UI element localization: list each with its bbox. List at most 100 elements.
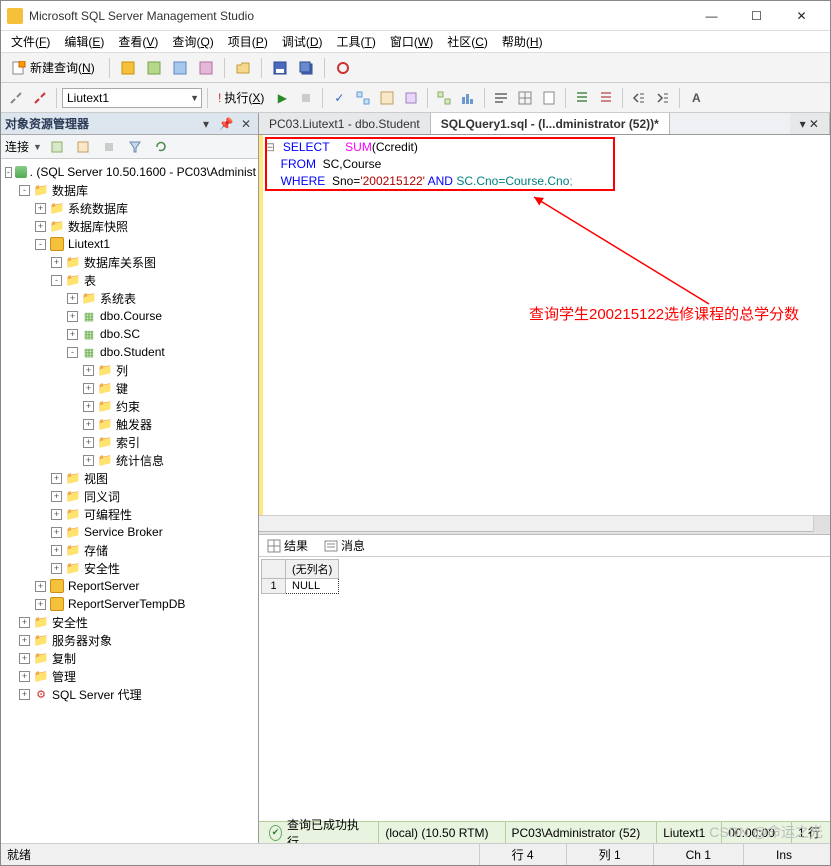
menu-project[interactable]: 项目(P) bbox=[222, 31, 274, 52]
tree-storage[interactable]: +存储 bbox=[3, 541, 256, 559]
menu-community[interactable]: 社区(C) bbox=[441, 31, 494, 52]
tree-db-reportserver[interactable]: +ReportServer bbox=[3, 577, 256, 595]
tree-tables[interactable]: -表 bbox=[3, 271, 256, 289]
uncomment-icon[interactable] bbox=[595, 87, 617, 109]
tree-synonyms[interactable]: +同义词 bbox=[3, 487, 256, 505]
object-tree[interactable]: -. (SQL Server 10.50.1600 - PC03\Adminis… bbox=[1, 159, 258, 843]
refresh-icon[interactable] bbox=[150, 136, 172, 158]
tree-databases[interactable]: -数据库 bbox=[3, 181, 256, 199]
tree-sqlagent[interactable]: +SQL Server 代理 bbox=[3, 685, 256, 703]
database-selector[interactable]: Liutext1 ▼ bbox=[62, 88, 202, 108]
result-cell[interactable]: NULL bbox=[286, 579, 339, 594]
panel-close-icon[interactable]: ✕ bbox=[238, 116, 254, 132]
window-titlebar: Microsoft SQL Server Management Studio —… bbox=[1, 1, 830, 31]
result-grid[interactable]: (无列名) 1NULL bbox=[259, 557, 830, 821]
resultfile-icon[interactable] bbox=[538, 87, 560, 109]
tree-keys[interactable]: +键 bbox=[3, 379, 256, 397]
tree-dbsnap[interactable]: +数据库快照 bbox=[3, 217, 256, 235]
new-query-button[interactable]: 新建查询(N) bbox=[5, 57, 102, 79]
menu-help[interactable]: 帮助(H) bbox=[496, 31, 549, 52]
tree-table-course[interactable]: +dbo.Course bbox=[3, 307, 256, 325]
tree-statistics[interactable]: +统计信息 bbox=[3, 451, 256, 469]
sql-text[interactable]: ⊟ SELECT SUM(Ccredit) FROM SC,Course WHE… bbox=[259, 135, 830, 194]
execute-button[interactable]: ! 执行(X) bbox=[213, 87, 269, 109]
tree-views[interactable]: +视图 bbox=[3, 469, 256, 487]
menu-edit[interactable]: 编辑(E) bbox=[58, 31, 110, 52]
connect-icon[interactable] bbox=[46, 136, 68, 158]
menu-window[interactable]: 窗口(W) bbox=[384, 31, 439, 52]
tb-db3-icon[interactable] bbox=[169, 57, 191, 79]
menu-view[interactable]: 查看(V) bbox=[112, 31, 164, 52]
tree-systables[interactable]: +系统表 bbox=[3, 289, 256, 307]
menu-tools[interactable]: 工具(T) bbox=[331, 31, 382, 52]
panel-dropdown-icon[interactable]: ▾ bbox=[198, 116, 214, 132]
tab-sqlquery1[interactable]: SQLQuery1.sql - (l...dministrator (52))* bbox=[431, 113, 670, 134]
template-icon[interactable]: A bbox=[685, 87, 707, 109]
estplan-icon[interactable] bbox=[352, 87, 374, 109]
close-button[interactable]: ✕ bbox=[779, 2, 824, 30]
status-col: 列 1 bbox=[566, 844, 653, 865]
comment-icon[interactable] bbox=[571, 87, 593, 109]
tab-overflow-icon[interactable]: ▾ ✕ bbox=[790, 113, 830, 134]
increase-indent-icon[interactable] bbox=[652, 87, 674, 109]
status-user: PC03\Administrator (52) bbox=[505, 822, 647, 843]
clientstats-icon[interactable] bbox=[457, 87, 479, 109]
intellisense-icon[interactable] bbox=[400, 87, 422, 109]
tb-connect-icon[interactable] bbox=[5, 87, 27, 109]
result-tab-grid[interactable]: 结果 bbox=[263, 535, 312, 556]
tree-db-liutext1[interactable]: -Liutext1 bbox=[3, 235, 256, 253]
stop-explorer-icon[interactable] bbox=[98, 136, 120, 158]
result-row-num[interactable]: 1 bbox=[262, 579, 286, 594]
connect-label[interactable]: 连接 bbox=[5, 138, 29, 155]
tree-triggers[interactable]: +触发器 bbox=[3, 415, 256, 433]
tree-db-reportservertempdb[interactable]: +ReportServerTempDB bbox=[3, 595, 256, 613]
filter-icon[interactable] bbox=[124, 136, 146, 158]
disconnect-icon[interactable] bbox=[72, 136, 94, 158]
result-tab-messages[interactable]: 消息 bbox=[320, 535, 369, 556]
tb-db4-icon[interactable] bbox=[195, 57, 217, 79]
result-col-header[interactable]: (无列名) bbox=[286, 560, 339, 579]
tb-saveall-icon[interactable] bbox=[295, 57, 317, 79]
resultgrid-icon[interactable] bbox=[514, 87, 536, 109]
panel-pin-icon[interactable]: 📌 bbox=[218, 116, 234, 132]
result-tabs: 结果 消息 bbox=[259, 535, 830, 557]
tree-columns[interactable]: +列 bbox=[3, 361, 256, 379]
decrease-indent-icon[interactable] bbox=[628, 87, 650, 109]
tb-changeconn-icon[interactable] bbox=[29, 87, 51, 109]
stop-icon[interactable] bbox=[295, 87, 317, 109]
tb-open-icon[interactable] bbox=[232, 57, 254, 79]
status-rows: 1 行 bbox=[791, 822, 826, 843]
queryopt-icon[interactable] bbox=[376, 87, 398, 109]
tree-server-root[interactable]: -. (SQL Server 10.50.1600 - PC03\Adminis… bbox=[3, 163, 256, 181]
tree-serverobjects[interactable]: +服务器对象 bbox=[3, 631, 256, 649]
tree-indexes[interactable]: +索引 bbox=[3, 433, 256, 451]
tb-activity-icon[interactable] bbox=[332, 57, 354, 79]
tb-db-icon[interactable] bbox=[117, 57, 139, 79]
actplan-icon[interactable] bbox=[433, 87, 455, 109]
menu-file[interactable]: 文件(F) bbox=[5, 31, 56, 52]
menu-debug[interactable]: 调试(D) bbox=[276, 31, 329, 52]
resulttext-icon[interactable] bbox=[490, 87, 512, 109]
tree-security[interactable]: +安全性 bbox=[3, 559, 256, 577]
sql-editor[interactable]: ⊟ SELECT SUM(Ccredit) FROM SC,Course WHE… bbox=[259, 135, 830, 515]
tab-student-table[interactable]: PC03.Liutext1 - dbo.Student bbox=[259, 113, 431, 134]
tree-dbrel[interactable]: +数据库关系图 bbox=[3, 253, 256, 271]
tree-sysdb[interactable]: +系统数据库 bbox=[3, 199, 256, 217]
parse-icon[interactable]: ✓ bbox=[328, 87, 350, 109]
tree-programmability[interactable]: +可编程性 bbox=[3, 505, 256, 523]
minimize-button[interactable]: — bbox=[689, 2, 734, 30]
tree-replication[interactable]: +复制 bbox=[3, 649, 256, 667]
tree-table-sc[interactable]: +dbo.SC bbox=[3, 325, 256, 343]
menu-query[interactable]: 查询(Q) bbox=[166, 31, 219, 52]
editor-hscroll[interactable] bbox=[259, 515, 830, 531]
tree-management[interactable]: +管理 bbox=[3, 667, 256, 685]
tree-servicebroker[interactable]: +Service Broker bbox=[3, 523, 256, 541]
tree-root-security[interactable]: +安全性 bbox=[3, 613, 256, 631]
tb-db2-icon[interactable] bbox=[143, 57, 165, 79]
maximize-button[interactable]: ☐ bbox=[734, 2, 779, 30]
results-panel: 结果 消息 (无列名) 1NULL 查询已成功执行。 (local) (10.5… bbox=[259, 535, 830, 843]
tree-table-student[interactable]: -dbo.Student bbox=[3, 343, 256, 361]
tb-save-icon[interactable] bbox=[269, 57, 291, 79]
debug-icon[interactable]: ▶ bbox=[271, 87, 293, 109]
tree-constraints[interactable]: +约束 bbox=[3, 397, 256, 415]
